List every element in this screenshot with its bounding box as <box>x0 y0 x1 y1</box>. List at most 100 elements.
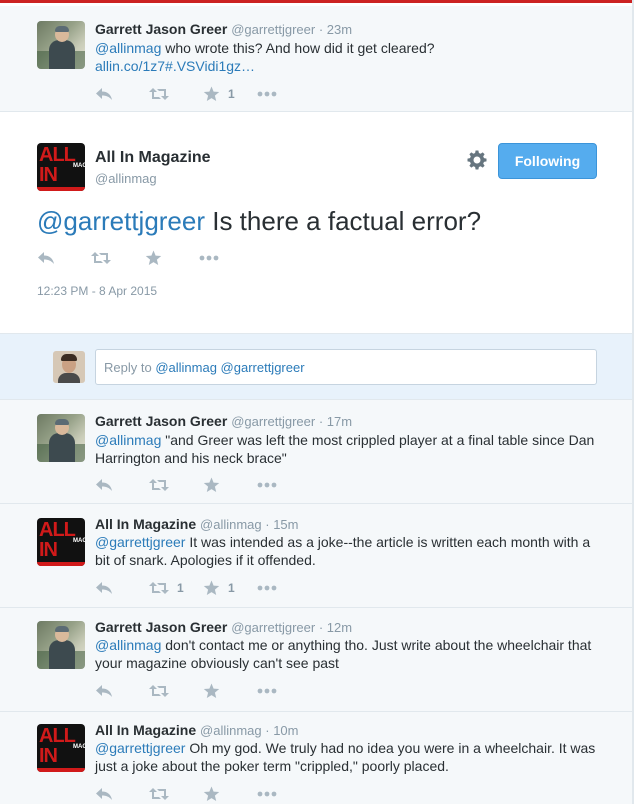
tweet-fullname[interactable]: Garrett Jason Greer <box>95 413 227 429</box>
logo-line1: ALL <box>39 519 76 541</box>
reply-button[interactable] <box>95 581 149 595</box>
star-icon <box>203 580 220 595</box>
more-icon <box>257 91 277 97</box>
reply-button[interactable] <box>37 251 91 265</box>
reply-icon <box>96 88 112 100</box>
separator-dot: · <box>315 414 327 429</box>
tweet-handle[interactable]: @garrettjgreer <box>231 414 315 429</box>
retweet-icon <box>149 479 169 491</box>
reply-icon <box>96 479 112 491</box>
retweet-button[interactable] <box>149 87 203 101</box>
tweet-time[interactable]: 10m <box>273 723 298 738</box>
main-tweet-text: @garrettjgreer Is there a factual error? <box>37 205 481 237</box>
separator-dot: · <box>261 517 274 532</box>
reply-button[interactable] <box>95 87 149 101</box>
more-icon <box>257 791 277 797</box>
reply-button[interactable] <box>95 478 149 492</box>
mention-link[interactable]: @garrettjgreer <box>95 534 185 550</box>
retweet-button[interactable] <box>149 478 203 492</box>
tweet-item[interactable]: Garrett Jason Greer @garrettjgreer · 17m… <box>0 400 632 504</box>
retweet-button[interactable] <box>91 251 145 265</box>
mention-link[interactable]: @garrettjgreer <box>37 206 205 236</box>
favorite-count: 1 <box>228 581 235 595</box>
reply-button[interactable] <box>95 684 149 698</box>
retweet-button[interactable] <box>149 684 203 698</box>
reply-icon <box>96 788 112 800</box>
favorite-button[interactable] <box>203 477 257 493</box>
reply-prefix: Reply to <box>104 360 156 375</box>
tweet-fullname[interactable]: Garrett Jason Greer <box>95 619 227 635</box>
logo-line1: ALL <box>39 144 76 166</box>
logo-side: MAG <box>73 744 85 750</box>
main-tweet: ALL IN MAG All In Magazine @allinmag Fol… <box>0 112 632 334</box>
avatar[interactable] <box>37 621 85 669</box>
more-button[interactable] <box>257 585 287 591</box>
tweet-time[interactable]: 12m <box>327 620 352 635</box>
tweet-text: @allinmag who wrote this? And how did it… <box>95 39 600 75</box>
favorite-button[interactable] <box>203 683 257 699</box>
reply-button[interactable] <box>95 787 149 801</box>
mention-link[interactable]: @allinmag <box>95 432 161 448</box>
retweet-icon <box>149 88 169 100</box>
tweet-timestamp[interactable]: 12:23 PM - 8 Apr 2015 <box>37 284 157 298</box>
more-button[interactable] <box>257 91 287 97</box>
reply-box: Reply to @allinmag @garrettjgreer <box>0 334 632 400</box>
main-fullname[interactable]: All In Magazine <box>95 149 211 167</box>
more-button[interactable] <box>257 482 287 488</box>
tweet-handle[interactable]: @garrettjgreer <box>231 620 315 635</box>
mention-link[interactable]: @allinmag <box>95 637 161 653</box>
favorite-button[interactable]: 1 <box>203 86 257 102</box>
favorite-button[interactable] <box>145 250 199 266</box>
logo-line2: IN <box>39 539 58 561</box>
avatar[interactable]: ALL IN MAG <box>37 143 85 191</box>
separator-dot: · <box>315 22 327 37</box>
reply-icon <box>96 685 112 697</box>
tweet-item[interactable]: Garrett Jason Greer @garrettjgreer · 12m… <box>0 608 632 712</box>
url-link[interactable]: allin.co/1z7#.VSVidi1gz… <box>95 58 255 74</box>
avatar[interactable] <box>37 21 85 69</box>
mention-link[interactable]: @garrettjgreer <box>95 740 185 756</box>
tweet-time[interactable]: 23m <box>327 22 352 37</box>
logo-line2: IN <box>39 745 58 767</box>
favorite-count: 1 <box>228 87 235 101</box>
tweet-handle[interactable]: @allinmag <box>200 723 262 738</box>
tweet-handle[interactable]: @garrettjgreer <box>231 22 315 37</box>
tweet-item[interactable]: Garrett Jason Greer @garrettjgreer · 23m… <box>0 6 632 112</box>
tweet-time[interactable]: 17m <box>327 414 352 429</box>
tweet-fullname[interactable]: All In Magazine <box>95 516 196 532</box>
tweet-fullname[interactable]: All In Magazine <box>95 722 196 738</box>
tweet-handle[interactable]: @allinmag <box>200 517 262 532</box>
tweet-item[interactable]: ALL IN MAG All In Magazine @allinmag · 1… <box>0 712 632 804</box>
avatar[interactable] <box>37 414 85 462</box>
tweet-text: @garrettjgreer It was intended as a joke… <box>95 533 600 569</box>
retweet-button[interactable]: 1 <box>149 581 203 595</box>
mention-link[interactable]: @allinmag <box>95 40 161 56</box>
more-button[interactable] <box>199 255 229 261</box>
reply-icon <box>96 582 112 594</box>
tweet-actions <box>95 475 287 495</box>
star-icon <box>145 250 162 265</box>
tweet-time[interactable]: 15m <box>273 517 298 532</box>
gear-icon[interactable] <box>467 150 487 170</box>
main-handle[interactable]: @allinmag <box>95 171 157 186</box>
star-icon <box>203 786 220 801</box>
more-icon <box>257 585 277 591</box>
tweet-actions <box>95 681 287 701</box>
retweet-icon <box>149 582 169 594</box>
avatar[interactable]: ALL IN MAG <box>37 724 85 772</box>
following-button[interactable]: Following <box>498 143 597 179</box>
favorite-button[interactable]: 1 <box>203 580 257 596</box>
more-button[interactable] <box>257 791 287 797</box>
tweet-fullname[interactable]: Garrett Jason Greer <box>95 21 227 37</box>
reply-input[interactable]: Reply to @allinmag @garrettjgreer <box>95 349 597 385</box>
main-tweet-actions <box>37 248 229 268</box>
tweet-text: @garrettjgreer Oh my god. We truly had n… <box>95 739 600 775</box>
more-icon <box>257 482 277 488</box>
avatar[interactable]: ALL IN MAG <box>37 518 85 566</box>
more-button[interactable] <box>257 688 287 694</box>
tweet-actions: 1 <box>95 84 287 104</box>
favorite-button[interactable] <box>203 786 257 802</box>
star-icon <box>203 86 220 101</box>
tweet-item[interactable]: ALL IN MAG All In Magazine @allinmag · 1… <box>0 504 632 608</box>
retweet-button[interactable] <box>149 787 203 801</box>
